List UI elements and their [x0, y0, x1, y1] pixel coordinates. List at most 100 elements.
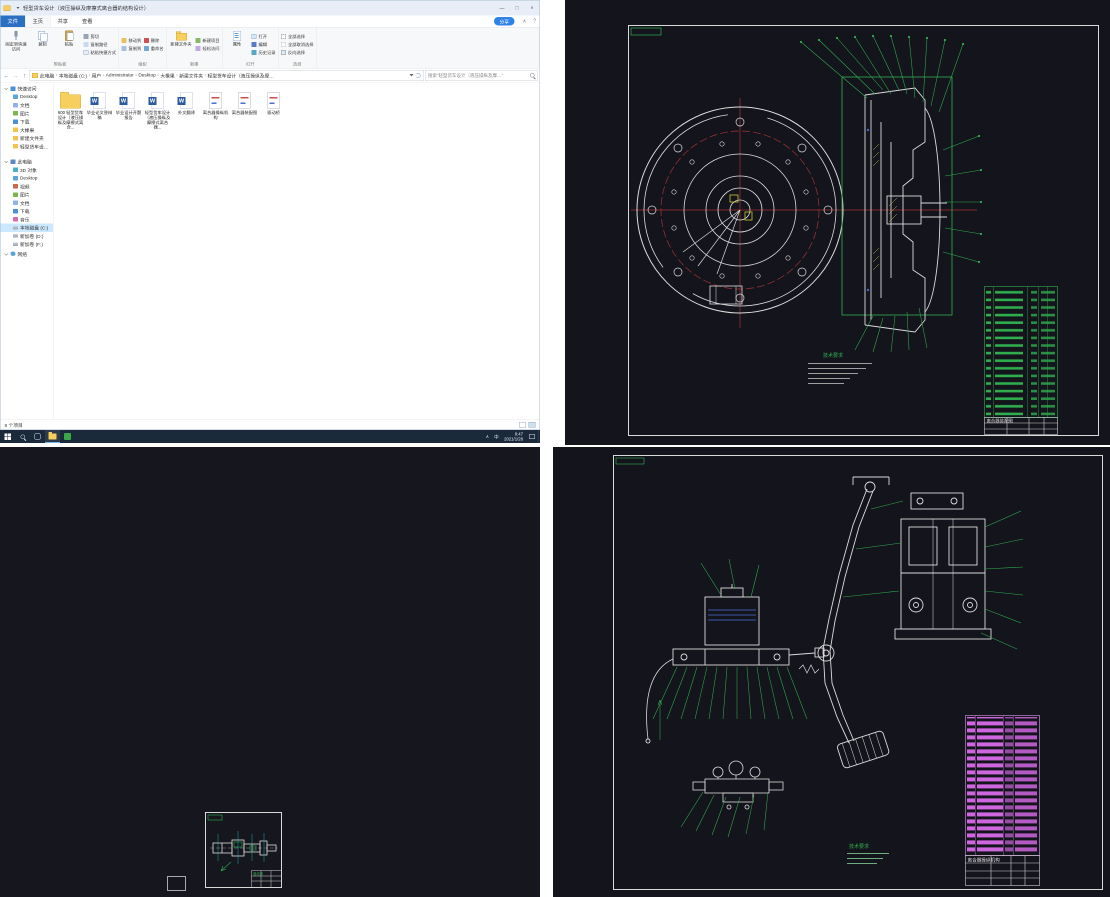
- search-box[interactable]: [425, 69, 538, 81]
- quick-access-toolbar-caret[interactable]: [16, 7, 20, 9]
- minimize-button[interactable]: —: [495, 1, 510, 16]
- file-item[interactable]: 毕业论文答辩稿: [86, 88, 114, 131]
- breadcrumb-segment[interactable]: 用户 ›: [92, 72, 106, 79]
- start-button[interactable]: [0, 430, 15, 443]
- nav-item[interactable]: Desktop: [1, 93, 54, 101]
- breadcrumb-segment[interactable]: 轻型货车设计（液压操纵及摩…›: [208, 72, 275, 79]
- help-icon[interactable]: ?: [530, 16, 540, 28]
- nav-item[interactable]: Desktop: [1, 174, 54, 182]
- nav-item[interactable]: 新建文件夹: [1, 134, 54, 142]
- taskbar-cad-app-icon[interactable]: [60, 430, 75, 443]
- tab-share[interactable]: 共享: [51, 16, 76, 28]
- expander-caret-icon[interactable]: [5, 160, 9, 164]
- breadcrumb-segment[interactable]: 大橡果 ›: [160, 72, 179, 79]
- nav-item[interactable]: 视频: [1, 182, 54, 190]
- breadcrumb-separator-icon: ›: [55, 72, 58, 79]
- search-input[interactable]: [428, 72, 530, 78]
- breadcrumb-segment[interactable]: Desktop ›: [138, 73, 160, 79]
- move-to-button[interactable]: 移动到: [121, 38, 141, 44]
- task-view-icon[interactable]: [30, 430, 45, 443]
- copy-to-button[interactable]: 复制到: [121, 46, 141, 52]
- invert-selection-button[interactable]: 反向选择: [281, 50, 314, 56]
- delete-button[interactable]: 删除: [143, 38, 164, 44]
- show-desktop-button[interactable]: [538, 430, 540, 443]
- back-icon[interactable]: ←: [3, 72, 11, 79]
- nav-item-label: 大橡果: [20, 127, 35, 134]
- forward-icon[interactable]: →: [12, 72, 20, 79]
- file-item[interactable]: 驱动桥: [260, 88, 288, 131]
- address-bar[interactable]: 此电脑 › 本地磁盘 (C:) › 用户 › Administrator › Desktop › 大…: [29, 69, 424, 81]
- nav-item[interactable]: 轻型货车设计（液压…: [1, 142, 53, 150]
- taskbar-clock[interactable]: 8:47 2021/1/28: [501, 431, 526, 441]
- taskbar-explorer-icon[interactable]: [45, 430, 60, 443]
- up-icon[interactable]: ↑: [21, 72, 29, 79]
- nav-item[interactable]: 3D 对象: [1, 166, 54, 174]
- expander-caret-icon[interactable]: [5, 87, 9, 91]
- file-item[interactable]: 毕业设计开题报告: [115, 88, 143, 131]
- new-item-button[interactable]: 新建项目: [195, 38, 220, 44]
- properties-button[interactable]: 属性: [225, 29, 249, 61]
- address-dropdown-icon[interactable]: [409, 74, 414, 77]
- paste-button[interactable]: 粘贴: [57, 29, 81, 61]
- taskbar-search-icon[interactable]: [15, 430, 30, 443]
- breadcrumb-separator-icon: ›: [135, 72, 137, 79]
- item-count: 8 个项目: [4, 422, 23, 429]
- nav-item[interactable]: 文档: [1, 101, 54, 109]
- cut-button[interactable]: 剪切: [83, 34, 117, 40]
- open-button[interactable]: 打开: [251, 34, 276, 40]
- nav-item[interactable]: 图片: [1, 191, 54, 199]
- assembly-title-text: 离合器装配图: [987, 418, 1014, 425]
- close-button[interactable]: ×: [525, 1, 540, 16]
- easy-access-button[interactable]: 轻松访问: [195, 46, 220, 52]
- tab-view[interactable]: 查看: [75, 16, 100, 28]
- nav-item[interactable]: 此电脑: [1, 158, 54, 166]
- nav-item[interactable]: 文档: [1, 199, 54, 207]
- pin-to-quick-access-button[interactable]: 固定到快速访问: [4, 29, 28, 61]
- nav-item[interactable]: 图片: [1, 109, 54, 117]
- file-item[interactable]: 轻型货车设计（液压操纵及摩擦式离合器...: [144, 88, 172, 131]
- nav-item[interactable]: 大橡果: [1, 126, 54, 134]
- paste-shortcut-button[interactable]: 粘贴快捷方式: [83, 50, 116, 56]
- breadcrumb-segment[interactable]: Administrator ›: [106, 73, 139, 79]
- nav-item-label: 快速访问: [17, 86, 37, 93]
- nav-item[interactable]: 本地磁盘 (C:): [0, 223, 53, 232]
- nav-item[interactable]: 新加卷 (F:): [1, 240, 54, 248]
- taskbar: ∧ 中 8:47 2021/1/28: [0, 430, 540, 443]
- expander-caret-icon[interactable]: [5, 252, 9, 256]
- breadcrumb-segment[interactable]: 本地磁盘 (C:) ›: [59, 72, 92, 79]
- history-button[interactable]: 历史记录: [251, 50, 276, 56]
- action-center-icon[interactable]: [529, 434, 535, 439]
- nav-item[interactable]: 新加卷 (D:): [1, 232, 54, 240]
- nav-item[interactable]: 音乐: [1, 215, 54, 223]
- tab-file[interactable]: 文件: [0, 15, 25, 27]
- file-item[interactable]: 离合器装配图: [231, 88, 259, 131]
- ime-indicator[interactable]: 中: [492, 433, 502, 440]
- tab-home[interactable]: 主页: [25, 15, 51, 27]
- details-view-icon[interactable]: [519, 422, 526, 428]
- nav-item[interactable]: 网络: [1, 250, 54, 258]
- file-item[interactable]: 600 轻型货车设计（液压操纵及摩擦式离合...: [57, 88, 85, 131]
- rename-button[interactable]: 重命名: [143, 46, 164, 52]
- file-item[interactable]: 外文翻译: [173, 88, 201, 131]
- nav-item-icon: [10, 159, 16, 164]
- breadcrumb-separator-icon: ›: [157, 72, 159, 79]
- edit-button[interactable]: 编辑: [251, 42, 276, 48]
- nav-item[interactable]: 下载: [1, 118, 54, 126]
- refresh-icon[interactable]: [415, 72, 421, 78]
- new-folder-button[interactable]: 新建文件夹: [169, 29, 193, 61]
- large-icons-view-icon[interactable]: [528, 422, 536, 428]
- share-badge-button[interactable]: 分享: [493, 17, 515, 26]
- select-all-button[interactable]: 全部选择: [281, 34, 314, 40]
- collapse-ribbon-icon[interactable]: ∧: [520, 16, 530, 28]
- nav-item[interactable]: 下载: [1, 207, 54, 215]
- copy-button[interactable]: 复制: [31, 29, 55, 61]
- tray-expand-icon[interactable]: ∧: [483, 434, 491, 440]
- breadcrumb-segment[interactable]: 新建文件夹 ›: [179, 72, 207, 79]
- breadcrumb-segment[interactable]: 此电脑 ›: [40, 72, 59, 79]
- file-item[interactable]: 离合器操纵机构: [202, 88, 230, 131]
- copy-path-button[interactable]: 复制路径: [83, 42, 117, 48]
- maximize-button[interactable]: □: [510, 1, 525, 16]
- tech-requirements-heading: 技术要求: [849, 843, 869, 850]
- select-none-button[interactable]: 全部取消选择: [281, 42, 314, 48]
- nav-item[interactable]: 快速访问: [1, 85, 54, 93]
